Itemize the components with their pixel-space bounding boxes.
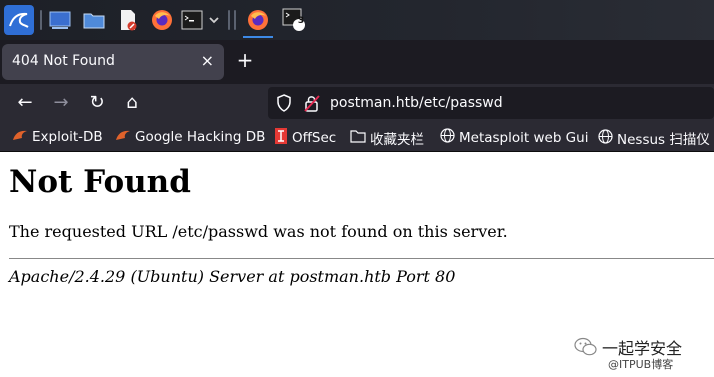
system-taskbar: 3	[0, 0, 714, 40]
watermark: 一起学安全 @ITPUB博客	[574, 335, 714, 375]
browser-tab-strip: 404 Not Found × +	[0, 40, 714, 84]
reload-icon[interactable]: ↻	[86, 92, 108, 114]
server-signature: Apache/2.4.29 (Ubuntu) Server at postman…	[9, 267, 456, 286]
kali-menu-icon[interactable]	[4, 5, 34, 35]
tab-title: 404 Not Found	[12, 53, 115, 69]
insecure-lock-icon[interactable]	[304, 94, 320, 116]
firefox-window-icon[interactable]	[246, 6, 270, 34]
taskbar-separator	[234, 10, 236, 30]
bookmark-folder-favorites[interactable]: 收藏夹栏	[350, 128, 424, 148]
bookmark-offsec[interactable]: OffSec	[274, 128, 336, 148]
close-icon[interactable]: ×	[201, 52, 214, 70]
bookmarks-toolbar: Exploit-DB Google Hacking DB OffSec 收藏夹栏…	[0, 122, 714, 152]
url-bar[interactable]: postman.htb/etc/passwd	[268, 87, 714, 119]
navigation-toolbar: ← → ↻ ⌂ postman.htb/etc/passwd	[0, 84, 714, 122]
back-icon[interactable]: ←	[14, 92, 36, 114]
home-icon[interactable]: ⌂	[121, 92, 143, 114]
tab-404-not-found[interactable]: 404 Not Found ×	[2, 44, 224, 80]
wechat-icon	[574, 337, 598, 361]
url-text[interactable]: postman.htb/etc/passwd	[330, 95, 503, 111]
page-title: Not Found	[9, 164, 191, 200]
globe-icon	[598, 128, 613, 148]
kali-dragon-icon	[12, 128, 28, 146]
taskbar-separator	[40, 10, 42, 30]
forward-icon[interactable]: →	[50, 92, 72, 114]
terminal-count-badge: 3	[297, 16, 305, 26]
terminal-icon[interactable]	[180, 6, 204, 34]
divider	[9, 258, 714, 259]
taskbar-separator	[228, 10, 230, 30]
firefox-icon[interactable]	[150, 6, 174, 34]
kali-dragon-icon	[115, 128, 131, 146]
globe-icon	[440, 128, 455, 147]
page-content: Not Found The requested URL /etc/passwd …	[0, 152, 714, 377]
watermark-source: @ITPUB博客	[608, 358, 674, 371]
offsec-icon	[274, 128, 288, 148]
new-tab-button[interactable]: +	[234, 50, 256, 70]
error-message: The requested URL /etc/passwd was not fo…	[9, 222, 508, 241]
folder-icon	[350, 129, 366, 147]
file-manager-icon[interactable]	[82, 6, 106, 34]
bookmark-nessus[interactable]: Nessus 扫描仪	[598, 128, 710, 148]
chevron-down-icon[interactable]	[206, 6, 222, 34]
active-window-indicator	[243, 36, 273, 38]
text-editor-icon[interactable]	[116, 6, 140, 34]
bookmark-google-hacking-db[interactable]: Google Hacking DB	[115, 128, 265, 146]
terminal-window-icon[interactable]: 3	[282, 6, 308, 34]
shield-icon[interactable]	[276, 94, 292, 116]
bookmark-metasploit-web-gui[interactable]: Metasploit web Gui	[440, 128, 588, 147]
bookmark-exploit-db[interactable]: Exploit-DB	[12, 128, 103, 146]
desktop-icon[interactable]	[48, 6, 72, 34]
